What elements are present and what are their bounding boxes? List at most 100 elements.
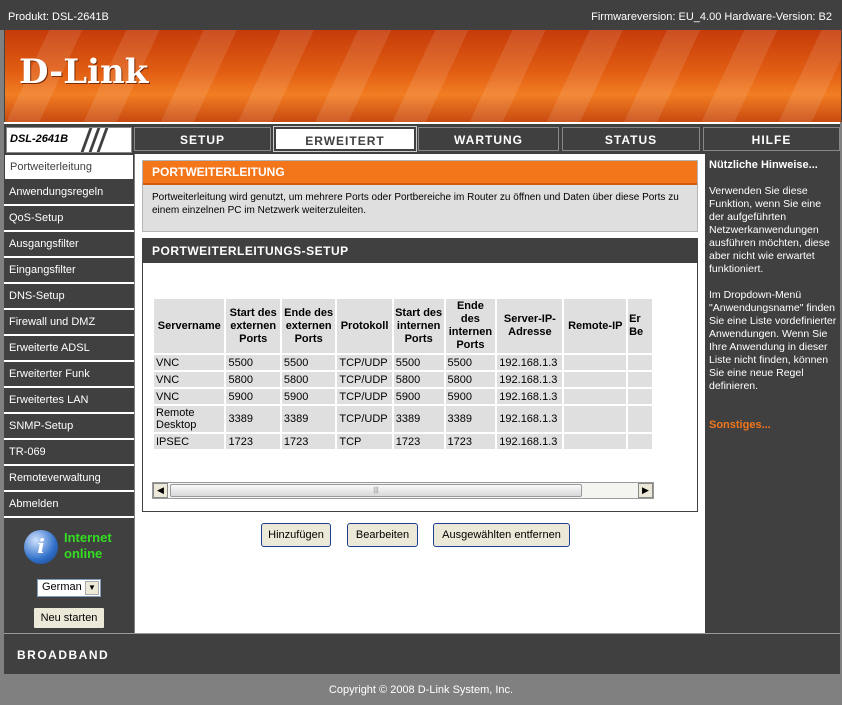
horizontal-scrollbar[interactable]: ◀ ||| ▶ — [152, 482, 654, 499]
tab-wartung[interactable]: WARTUNG — [418, 127, 559, 151]
col-header: Server-IP-Adresse — [497, 299, 563, 353]
sidebar-item-ausgangsfilter[interactable]: Ausgangsfilter — [4, 232, 134, 258]
setup-title: PORTWEITERLEITUNGS-SETUP — [143, 239, 697, 263]
internet-status: i Internet online — [24, 528, 134, 568]
cell-remote-ip — [564, 434, 627, 449]
rules-table: Servername Start des externen Ports Ende… — [152, 297, 654, 451]
tab-setup[interactable]: SETUP — [134, 127, 271, 151]
cell-protocol: TCP/UDP — [337, 389, 392, 404]
cell-ext-end: 5800 — [281, 372, 336, 387]
cell-ext-end: 5900 — [281, 389, 336, 404]
language-value: German — [42, 581, 82, 593]
cell-server-ip: 192.168.1.3 — [497, 406, 563, 432]
table-row[interactable]: VNC 5500 5500 TCP/UDP 5500 5500 192.168.… — [154, 355, 652, 370]
product-label: Produkt: DSL-2641B — [8, 11, 109, 23]
section-description: Portweiterleitung wird genutzt, um mehre… — [152, 192, 679, 216]
cell-server-ip: 192.168.1.3 — [497, 434, 563, 449]
cell-ext-start: 1723 — [226, 434, 280, 449]
add-button[interactable]: Hinzufügen — [261, 523, 331, 547]
status-line-1: Internet — [64, 530, 112, 545]
cell-extra — [628, 355, 652, 370]
tab-erweitert[interactable]: ERWEITERT — [273, 126, 417, 152]
col-header: Start des internen Ports — [393, 299, 444, 353]
top-info-bar: Produkt: DSL-2641B Firmwareversion: EU_4… — [0, 0, 842, 30]
cell-remote-ip — [564, 406, 627, 432]
dlink-logo: D-Link — [19, 52, 149, 92]
col-header: Remote-IP — [564, 299, 627, 353]
cell-int-start: 1723 — [393, 434, 444, 449]
cell-remote-ip — [564, 389, 627, 404]
table-row[interactable]: VNC 5800 5800 TCP/UDP 5800 5800 192.168.… — [154, 372, 652, 387]
main-content: PORTWEITERLEITUNG Portweiterleitung wird… — [135, 154, 705, 633]
sidebar-item-firewall-dmz[interactable]: Firewall und DMZ — [4, 310, 134, 336]
sidebar-item-tr-069[interactable]: TR-069 — [4, 440, 134, 466]
cell-int-start: 5900 — [393, 389, 444, 404]
col-header: Protokoll — [337, 299, 392, 353]
scroll-left-icon[interactable]: ◀ — [153, 483, 168, 498]
sidebar-item-dns-setup[interactable]: DNS-Setup — [4, 284, 134, 310]
copyright: Copyright © 2008 D-Link System, Inc. — [328, 684, 514, 696]
cell-protocol: TCP/UDP — [337, 372, 392, 387]
tab-hilfe[interactable]: HILFE — [703, 127, 840, 151]
section-title: PORTWEITERLEITUNG — [143, 161, 697, 185]
table-row[interactable]: IPSEC 1723 1723 TCP 1723 1723 192.168.1.… — [154, 434, 652, 449]
cell-servername: Remote Desktop — [154, 406, 225, 432]
sidebar-item-abmelden[interactable]: Abmelden — [4, 492, 134, 518]
globe-info-icon: i — [24, 530, 58, 564]
cell-extra — [628, 406, 652, 432]
cell-protocol: TCP/UDP — [337, 355, 392, 370]
model-label: DSL-2641B — [10, 133, 69, 145]
brand-banner: D-Link — [4, 30, 842, 122]
sidebar-item-eingangsfilter[interactable]: Eingangsfilter — [4, 258, 134, 284]
chevron-down-icon[interactable]: ▼ — [85, 581, 99, 595]
table-row[interactable]: Remote Desktop 3389 3389 TCP/UDP 3389 33… — [154, 406, 652, 432]
restart-button[interactable]: Neu starten — [33, 607, 105, 629]
cell-ext-end: 1723 — [281, 434, 336, 449]
cell-ext-end: 5500 — [281, 355, 336, 370]
table-row[interactable]: VNC 5900 5900 TCP/UDP 5900 5900 192.168.… — [154, 389, 652, 404]
sidebar-item-remoteverwaltung[interactable]: Remoteverwaltung — [4, 466, 134, 492]
sidebar: Portweiterleitung Anwendungsregeln QoS-S… — [4, 154, 134, 633]
cell-int-end: 5800 — [445, 372, 496, 387]
col-header: Ende des internen Ports — [445, 299, 496, 353]
scroll-right-icon[interactable]: ▶ — [638, 483, 653, 498]
scrollbar-thumb[interactable]: ||| — [170, 484, 582, 497]
sidebar-item-qos-setup[interactable]: QoS-Setup — [4, 206, 134, 232]
cell-ext-end: 3389 — [281, 406, 336, 432]
edit-button[interactable]: Bearbeiten — [347, 523, 418, 547]
tab-status[interactable]: STATUS — [562, 127, 700, 151]
cell-ext-start: 3389 — [226, 406, 280, 432]
cell-protocol: TCP/UDP — [337, 406, 392, 432]
cell-ext-start: 5500 — [226, 355, 280, 370]
cell-server-ip: 192.168.1.3 — [497, 355, 563, 370]
hints-title: Nützliche Hinweise... — [709, 159, 818, 171]
model-badge: DSL-2641B — [6, 127, 132, 153]
footer-brand-bar: BROADBAND — [4, 633, 840, 674]
sidebar-item-erweiterter-funk[interactable]: Erweiterter Funk — [4, 362, 134, 388]
main-navigation: DSL-2641B SETUP ERWEITERT WARTUNG STATUS… — [4, 122, 840, 154]
cell-extra — [628, 434, 652, 449]
sidebar-item-snmp-setup[interactable]: SNMP-Setup — [4, 414, 134, 440]
broadband-label: BROADBAND — [17, 648, 110, 662]
cell-int-end: 5500 — [445, 355, 496, 370]
col-header: Er Be — [628, 299, 652, 353]
col-header: Ende des externen Ports — [281, 299, 336, 353]
sidebar-item-erweitertes-lan[interactable]: Erweitertes LAN — [4, 388, 134, 414]
firmware-label: Firmwareversion: EU_4.00 Hardware-Versio… — [591, 11, 832, 23]
cell-server-ip: 192.168.1.3 — [497, 389, 563, 404]
rules-table-viewport: Servername Start des externen Ports Ende… — [152, 297, 654, 457]
hints-paragraph-2: Im Dropdown-Menü "Anwendungsname" finden… — [709, 289, 837, 392]
cell-protocol: TCP — [337, 434, 392, 449]
internet-status-text: Internet online — [64, 530, 112, 562]
sidebar-item-erweiterte-adsl[interactable]: Erweiterte ADSL — [4, 336, 134, 362]
cell-remote-ip — [564, 372, 627, 387]
sidebar-item-portweiterleitung[interactable]: Portweiterleitung — [4, 154, 134, 180]
language-select[interactable]: German ▼ — [37, 579, 101, 597]
sidebar-item-anwendungsregeln[interactable]: Anwendungsregeln — [4, 180, 134, 206]
more-link[interactable]: Sonstiges... — [709, 419, 771, 431]
remove-selected-button[interactable]: Ausgewählten entfernen — [433, 523, 570, 547]
cell-servername: VNC — [154, 355, 225, 370]
cell-int-start: 5800 — [393, 372, 444, 387]
col-header: Start des externen Ports — [226, 299, 280, 353]
cell-remote-ip — [564, 355, 627, 370]
